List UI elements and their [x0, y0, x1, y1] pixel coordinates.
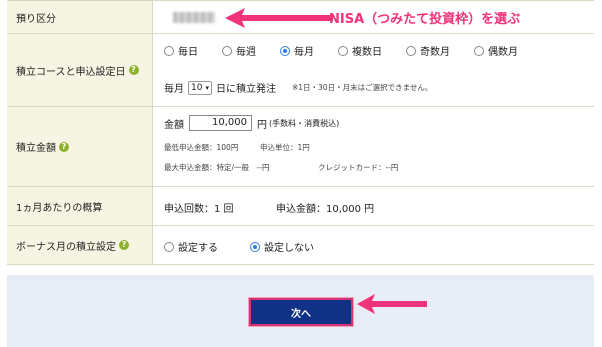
order-day-value: 10 [191, 82, 203, 93]
course-radio-group: 毎日 毎週 毎月 複数日 奇数月 偶数月 [164, 43, 542, 58]
option-label: 設定する [178, 243, 218, 254]
bonus-option-not-set[interactable]: 設定しない [250, 239, 314, 254]
amount-label: 積立金額 ? [7, 107, 153, 186]
amount-input[interactable]: 10,000 [189, 115, 252, 131]
amount-row: 積立金額 ? 金額 10,000 円 (手数料・消費税込) 最低申込金額：100… [7, 107, 594, 187]
course-option-even-months[interactable]: 偶数月 [474, 43, 518, 58]
course-option-daily[interactable]: 毎日 [164, 43, 198, 58]
left-arrow-icon [357, 294, 427, 314]
radio-button[interactable] [406, 45, 416, 56]
day-note: ※1日・30日・月末はご選択できません。 [291, 83, 433, 92]
radio-button[interactable] [338, 45, 348, 56]
account-type-label-text: 預り区分 [16, 13, 56, 25]
help-icon[interactable]: ? [59, 141, 69, 152]
annotation-text: NISA（つみたて投資枠）を選ぶ [329, 12, 521, 27]
radio-button-selected[interactable] [250, 241, 260, 252]
next-button[interactable]: 次へ [249, 298, 353, 326]
order-form-table: 預り区分 積立コースと申込設定日 ? 毎日 毎週 毎月 複数日 奇数月 偶数月 … [7, 0, 594, 265]
bonus-row: ボーナス月の積立設定 ? 設定する 設定しない [7, 226, 594, 265]
unit-amount-text: 申込単位：1円 [260, 143, 310, 152]
min-amount-text: 最低申込金額：100円 [164, 143, 239, 152]
amount-unit: 円 [257, 119, 267, 131]
option-label: 毎週 [236, 47, 256, 58]
bonus-value: 設定する 設定しない [153, 226, 594, 264]
max-credit-info: 最大申込金額：特定/一般 --円 クレジットカード：--円 [164, 162, 398, 173]
course-label-text: 積立コースと申込設定日 [16, 66, 126, 78]
option-label: 偶数月 [488, 47, 518, 58]
estimate-label-text: 1ヵ月あたりの概算 [16, 202, 103, 214]
option-label: 毎月 [294, 47, 314, 58]
bonus-label: ボーナス月の積立設定 ? [7, 226, 153, 264]
order-day-line: 毎月 10 ▾ 日に積立発注 ※1日・30日・月末はご選択できません。 [164, 80, 432, 95]
day-prefix: 毎月 [164, 84, 184, 95]
order-count-text: 申込回数：1 回 [164, 204, 234, 215]
amount-input-line: 金額 10,000 円 (手数料・消費税込) [164, 115, 339, 131]
course-value: 毎日 毎週 毎月 複数日 奇数月 偶数月 毎月 10 ▾ 日に積立発注 ※1日・3… [153, 34, 594, 106]
credit-card-text: クレジットカード：--円 [318, 163, 399, 172]
account-type-label: 預り区分 [7, 1, 153, 33]
option-label: 毎日 [178, 47, 198, 58]
submit-area: 次へ [7, 275, 594, 347]
estimate-value: 申込回数：1 回 申込金額：10,000 円 [153, 187, 594, 225]
estimate-row: 1ヵ月あたりの概算 申込回数：1 回 申込金額：10,000 円 [7, 187, 594, 226]
blurred-account-value [173, 12, 215, 23]
radio-button[interactable] [164, 45, 174, 56]
course-row: 積立コースと申込設定日 ? 毎日 毎週 毎月 複数日 奇数月 偶数月 毎月 10… [7, 34, 594, 107]
course-option-monthly[interactable]: 毎月 [280, 43, 314, 58]
max-amount-text: 最大申込金額：特定/一般 --円 [164, 163, 270, 172]
radio-button[interactable] [164, 241, 174, 252]
bonus-label-text: ボーナス月の積立設定 [16, 241, 116, 253]
chevron-down-icon: ▾ [205, 83, 209, 92]
course-option-weekly[interactable]: 毎週 [222, 43, 256, 58]
amount-prefix: 金額 [164, 119, 184, 131]
help-icon[interactable]: ? [119, 240, 129, 250]
estimate-line: 申込回数：1 回 申込金額：10,000 円 [164, 200, 374, 215]
radio-button-selected[interactable] [280, 45, 290, 56]
amount-value: 金額 10,000 円 (手数料・消費税込) 最低申込金額：100円 申込単位：1… [153, 107, 594, 186]
day-suffix: 日に積立発注 [215, 84, 276, 95]
course-option-odd-months[interactable]: 奇数月 [406, 43, 450, 58]
order-amount-text: 申込金額：10,000 円 [276, 204, 375, 215]
course-label: 積立コースと申込設定日 ? [7, 34, 153, 106]
min-unit-info: 最低申込金額：100円 申込単位：1円 [164, 142, 310, 153]
amount-unit-note: (手数料・消費税込) [269, 118, 340, 128]
amount-label-text: 積立金額 [16, 143, 56, 154]
radio-button[interactable] [222, 45, 232, 56]
left-arrow-icon [225, 8, 333, 28]
estimate-label: 1ヵ月あたりの概算 [7, 187, 153, 225]
bonus-radio-group: 設定する 設定しない [164, 239, 338, 254]
option-label: 複数日 [352, 47, 382, 58]
radio-button[interactable] [474, 45, 484, 56]
option-label: 設定しない [264, 243, 314, 254]
course-option-multiple-days[interactable]: 複数日 [338, 43, 382, 58]
next-button-label: 次へ [291, 308, 311, 320]
option-label: 奇数月 [420, 47, 450, 58]
help-icon[interactable]: ? [128, 65, 139, 75]
bonus-option-set[interactable]: 設定する [164, 239, 218, 254]
order-day-select[interactable]: 10 ▾ [188, 80, 212, 95]
